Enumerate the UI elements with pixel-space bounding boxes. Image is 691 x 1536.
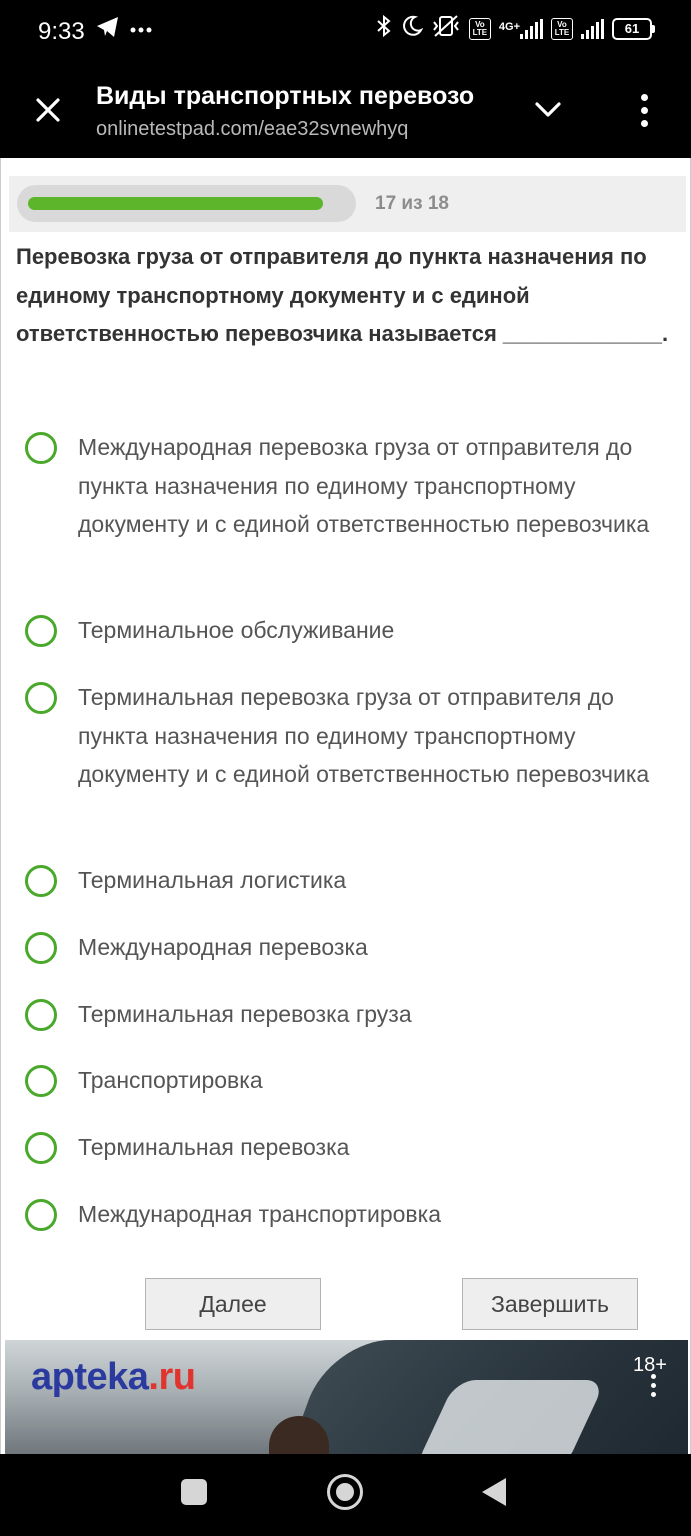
chevron-down-icon[interactable] <box>524 86 572 134</box>
radio-button[interactable] <box>25 615 57 647</box>
ad-banner[interactable]: apteka.ru 18+ <box>5 1340 688 1454</box>
ad-menu-icon[interactable] <box>651 1374 656 1397</box>
progress-text: 17 из 18 <box>375 193 449 214</box>
browser-toolbar: Виды транспортных перевозо onlinetestpad… <box>0 64 691 158</box>
radio-button[interactable] <box>25 432 57 464</box>
page-url[interactable]: onlinetestpad.com/eae32svnewhyq <box>96 118 408 141</box>
radio-button[interactable] <box>25 1132 57 1164</box>
home-icon[interactable] <box>327 1474 363 1510</box>
ad-logo-suffix: .ru <box>148 1356 196 1398</box>
more-dots-icon <box>130 21 152 39</box>
answer-option-label: Терминальная перевозка груза от отправит… <box>78 684 650 788</box>
signal-icon-1: 4G+ <box>498 18 543 39</box>
ad-age-rating: 18+ <box>633 1354 667 1376</box>
radio-button[interactable] <box>25 865 57 897</box>
vibrate-off-icon <box>431 14 461 43</box>
answer-option-label: Терминальное обслуживание <box>78 617 395 643</box>
answer-option-label: Международная перевозка груза от отправи… <box>78 434 650 538</box>
more-vert-icon[interactable] <box>620 86 668 134</box>
radio-button[interactable] <box>25 1199 57 1231</box>
answer-option-label: Транспортировка <box>78 1067 263 1093</box>
radio-button[interactable] <box>25 932 57 964</box>
answer-option-label: Международная перевозка <box>78 934 368 960</box>
network-type-label: 4G+ <box>498 20 520 33</box>
page-title: Виды транспортных перевозо <box>96 82 475 110</box>
status-time: 9:33 <box>38 18 85 45</box>
answer-option-label: Терминальная перевозка груза <box>78 1001 412 1027</box>
volte-icon: Vo LTE <box>468 17 491 40</box>
answer-option-label: Терминальная логистика <box>78 867 347 893</box>
status-bar: 9:33 Vo LTE 4G+ Vo LTE 61 <box>0 0 691 64</box>
status-right-icons: Vo LTE 4G+ Vo LTE 61 <box>375 14 655 43</box>
status-left-icons <box>96 16 152 43</box>
battery-level: 61 <box>612 17 652 40</box>
answer-option-label: Международная транспортировка <box>78 1201 441 1227</box>
radio-button[interactable] <box>25 1065 57 1097</box>
volte-icon-2: Vo LTE <box>551 17 573 40</box>
radio-button[interactable] <box>25 999 57 1031</box>
ad-logo-main: apteka <box>31 1356 149 1398</box>
question-text: Перевозка груза от отправителя до пункта… <box>16 244 669 346</box>
ad-logo: apteka.ru <box>31 1356 196 1399</box>
answer-option-label: Терминальная перевозка <box>78 1134 350 1160</box>
next-button[interactable]: Далее <box>145 1278 321 1330</box>
battery-icon: 61 <box>612 17 655 40</box>
close-icon[interactable] <box>24 86 72 134</box>
telegram-icon <box>96 16 120 43</box>
signal-icon-2 <box>581 18 604 39</box>
page-content: 17 из 18 Перевозка груза от отправителя … <box>0 158 691 1454</box>
back-icon[interactable] <box>482 1478 506 1506</box>
recents-icon[interactable] <box>181 1479 207 1505</box>
progress-panel: 17 из 18 <box>9 176 686 232</box>
finish-button[interactable]: Завершить <box>462 1278 638 1330</box>
progress-fill <box>28 197 323 210</box>
dnd-moon-icon <box>401 15 424 42</box>
radio-button[interactable] <box>25 682 57 714</box>
bluetooth-icon <box>375 14 393 43</box>
android-nav-bar <box>0 1454 691 1536</box>
progress-track <box>17 185 356 222</box>
